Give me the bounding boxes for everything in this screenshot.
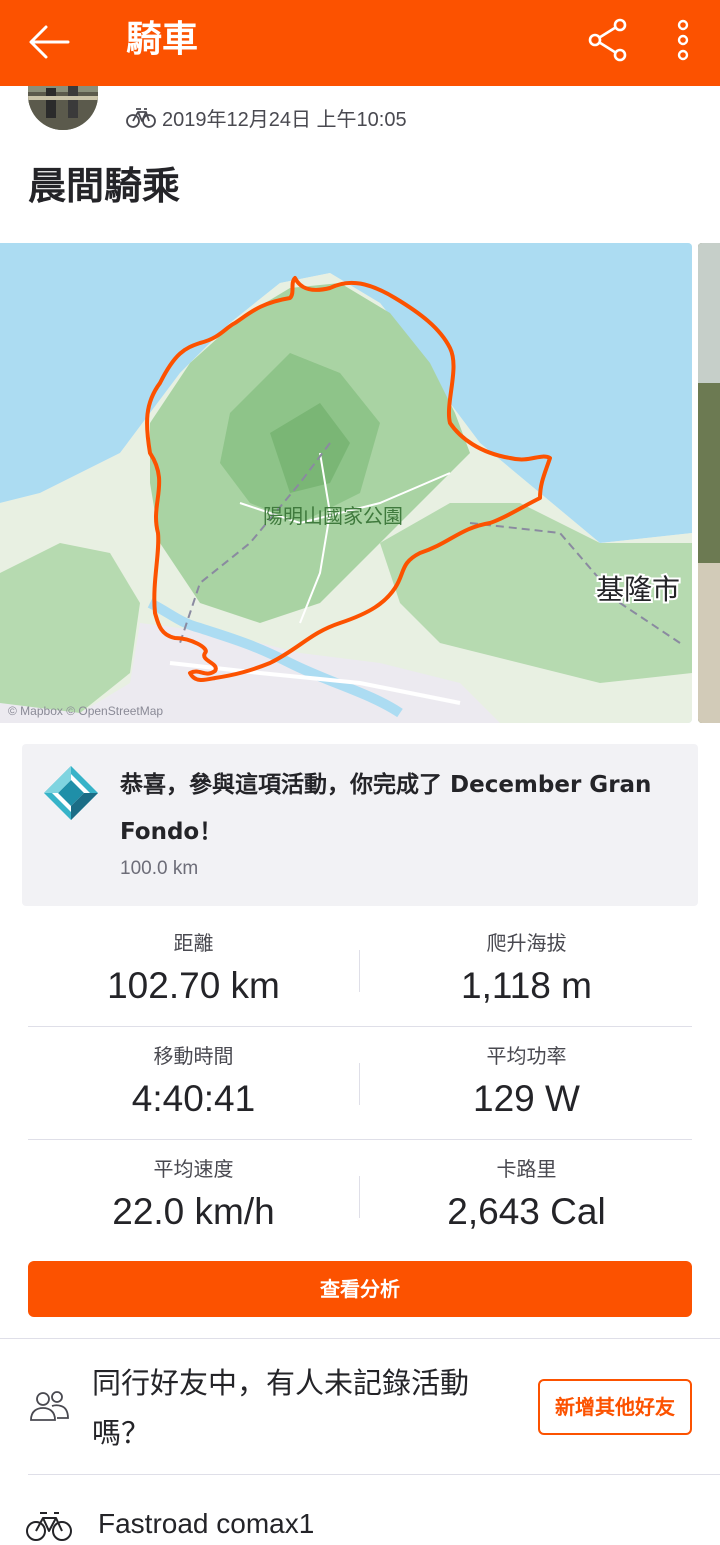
map-city-label: 基隆市: [596, 573, 680, 606]
activity-title: 晨間騎乘: [28, 164, 181, 208]
achievement-distance: 100.0 km: [120, 858, 199, 879]
activity-meta: 2019年12月24日 上午10:05: [126, 102, 407, 132]
share-icon[interactable]: [584, 16, 632, 64]
stat-calories: 卡路里 2,643 Cal: [361, 1156, 692, 1238]
stat-elevation-gain: 爬升海拔 1,118 m: [361, 930, 692, 1012]
bike-icon: [26, 1512, 72, 1541]
stat-label: 平均速度: [153, 1157, 234, 1181]
stat-label: 平均功率: [486, 1044, 567, 1068]
stat-label: 卡路里: [496, 1157, 557, 1181]
section-divider: [28, 1474, 720, 1475]
activity-photo-thumbnail[interactable]: [698, 243, 720, 723]
stats-row: 移動時間 4:40:41 平均功率 129 W: [28, 1027, 692, 1140]
stat-divider: [359, 1063, 360, 1105]
view-analysis-button[interactable]: 查看分析: [28, 1261, 692, 1317]
page-title: 騎車: [126, 19, 199, 60]
stats-row: 平均速度 22.0 km/h 卡路里 2,643 Cal: [28, 1140, 692, 1253]
stat-value: 102.70 km: [107, 965, 280, 1006]
stat-value: 2,643 Cal: [447, 1191, 606, 1232]
stat-avg-speed: 平均速度 22.0 km/h: [28, 1156, 359, 1238]
route-map[interactable]: 陽明山國家公園 基隆市 © Mapbox © OpenStreetMap: [0, 243, 692, 723]
route-map-canvas: 陽明山國家公園 基隆市 © Mapbox © OpenStreetMap: [0, 243, 692, 723]
back-arrow-icon[interactable]: [26, 22, 72, 62]
bike-icon: [126, 108, 156, 128]
stat-label: 爬升海拔: [486, 931, 567, 955]
map-attribution: © Mapbox © OpenStreetMap: [8, 704, 163, 718]
more-vertical-icon[interactable]: [668, 16, 698, 64]
stat-value: 129 W: [473, 1078, 580, 1119]
stat-value: 1,118 m: [461, 965, 592, 1006]
stats-row: 距離 102.70 km 爬升海拔 1,118 m: [28, 914, 692, 1027]
stat-divider: [359, 950, 360, 992]
app-bar: 騎車: [0, 0, 720, 86]
stat-value: 22.0 km/h: [112, 1191, 275, 1232]
achievement-text: 恭喜，參與這項活動，你完成了 December Gran Fondo！: [120, 772, 652, 845]
stat-label: 距離: [173, 931, 214, 955]
activity-date: 2019年12月24日 上午10:05: [162, 108, 407, 131]
add-friends-button[interactable]: 新增其他好友: [538, 1379, 692, 1435]
achievement-card[interactable]: 恭喜，參與這項活動，你完成了 December Gran Fondo！ 100.…: [22, 744, 698, 906]
stat-distance: 距離 102.70 km: [28, 930, 359, 1012]
friends-icon: [30, 1391, 69, 1421]
stat-label: 移動時間: [153, 1044, 234, 1068]
section-divider: [0, 1338, 720, 1339]
friends-prompt: 同行好友中，有人未記錄活動嗎？: [92, 1366, 470, 1450]
gran-fondo-badge-icon: [44, 766, 98, 820]
stat-avg-power: 平均功率 129 W: [361, 1043, 692, 1125]
stats-grid: 距離 102.70 km 爬升海拔 1,118 m 移動時間 4:40:41 平…: [28, 914, 692, 1253]
gear-name[interactable]: Fastroad comax1: [98, 1504, 314, 1544]
stat-value: 4:40:41: [131, 1078, 256, 1119]
stat-divider: [359, 1176, 360, 1218]
photo-thumbnail-image: [698, 243, 720, 723]
map-park-label: 陽明山國家公園: [263, 504, 403, 528]
stat-moving-time: 移動時間 4:40:41: [28, 1043, 359, 1125]
